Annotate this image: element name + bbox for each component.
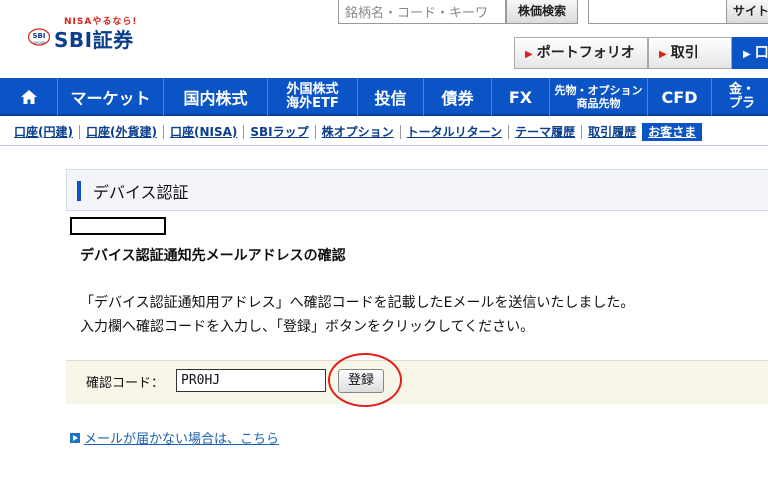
subnav-account-yen[interactable]: 口座(円建) <box>14 124 80 139</box>
site-search-input[interactable] <box>588 0 728 24</box>
verification-form: 確認コード： 登録 <box>66 353 768 407</box>
verification-code-input[interactable] <box>176 369 326 392</box>
stock-search-input[interactable]: 銘柄名・コード・キーワ <box>338 0 506 24</box>
subnav-stock-options[interactable]: 株オプション <box>316 124 401 139</box>
svg-text:SBI: SBI <box>33 32 46 40</box>
site-search-button[interactable]: サイト <box>726 0 768 24</box>
email-not-received-link[interactable]: メールが届かない場合は、こちら <box>84 428 279 447</box>
trade-button[interactable]: ▶ 取引 <box>648 37 732 69</box>
triangle-right-icon: ▶ <box>659 49 667 60</box>
instruction-line-2: 入力欄へ確認コードを入力し、「登録」ボタンをクリックしてください。 <box>80 319 535 335</box>
nav-foreign-stocks-line2: 海外ETF <box>286 96 339 111</box>
subnav-account-nisa[interactable]: 口座(NISA) <box>164 124 245 139</box>
account-label: 口 <box>754 45 768 61</box>
sbi-logo[interactable]: NISAやるなら! SBI GROUP SBI証券 <box>28 14 158 54</box>
subnav-account-foreign[interactable]: 口座(外貨建) <box>80 124 164 139</box>
title-accent-bar <box>77 181 81 201</box>
subnav-total-return[interactable]: トータルリターン <box>401 124 510 139</box>
nav-fx[interactable]: FX <box>492 78 550 116</box>
instruction-line-1: 「デバイス認証通知用アドレス」へ確認コードを記載したEメールを送信いたしました。 <box>80 295 635 311</box>
help-link-row: メールが届かない場合は、こちら <box>70 428 279 447</box>
site-header: NISAやるなら! SBI GROUP SBI証券 銘柄名・コード・キーワ 株価… <box>0 0 768 78</box>
register-button[interactable]: 登録 <box>338 369 384 393</box>
nav-gold-line1: 金・ <box>728 82 755 97</box>
nav-investment-trusts[interactable]: 投信 <box>358 78 424 116</box>
account-button[interactable]: ▶ 口 <box>732 37 768 69</box>
nav-gold-line2: プラ <box>728 96 755 111</box>
subnav-trade-history[interactable]: 取引履歴 <box>582 125 642 139</box>
triangle-right-icon: ▶ <box>525 49 533 60</box>
nav-cfd[interactable]: CFD <box>648 78 712 116</box>
nav-market[interactable]: マーケット <box>58 78 164 116</box>
home-icon <box>20 90 37 104</box>
nav-gold-platinum[interactable]: 金・ プラ <box>712 78 768 116</box>
portfolio-label: ポートフォリオ <box>536 45 635 61</box>
sbi-group-mark-icon: SBI GROUP <box>28 28 50 46</box>
logo-name: SBI証券 <box>54 28 134 52</box>
nav-foreign-stocks[interactable]: 外国株式 海外ETF <box>268 78 358 116</box>
page-title: デバイス認証 <box>93 183 189 202</box>
nav-domestic-stocks[interactable]: 国内株式 <box>164 78 268 116</box>
nav-home[interactable] <box>0 78 58 116</box>
nav-futures-options[interactable]: 先物・オプション 商品先物 <box>550 78 648 116</box>
stock-search-button[interactable]: 株価検索 <box>506 0 578 24</box>
subnav-sbi-wrap[interactable]: SBIラップ <box>244 124 316 139</box>
redacted-box <box>70 217 166 235</box>
trade-label: 取引 <box>670 45 699 61</box>
nav-bonds[interactable]: 債券 <box>424 78 492 116</box>
nav-foreign-stocks-line1: 外国株式 <box>286 82 339 97</box>
portfolio-button[interactable]: ▶ ポートフォリオ <box>514 37 648 69</box>
arrow-right-icon <box>70 432 80 443</box>
nav-futures-line1: 先物・オプション <box>554 84 643 97</box>
triangle-right-icon: ▶ <box>743 49 751 60</box>
svg-text:GROUP: GROUP <box>33 41 46 45</box>
subnav-customer[interactable]: お客さま <box>642 122 703 141</box>
code-label: 確認コード： <box>86 376 165 391</box>
subnav-theme-history[interactable]: テーマ履歴 <box>509 124 583 139</box>
account-sub-nav: 口座(円建) 口座(外貨建) 口座(NISA) SBIラップ 株オプション トー… <box>0 118 768 146</box>
section-heading: デバイス認証通知先メールアドレスの確認 <box>80 248 346 264</box>
main-nav: マーケット 国内株式 外国株式 海外ETF 投信 債券 FX 先物・オプション … <box>0 78 768 116</box>
page-title-box: デバイス認証 <box>66 169 768 211</box>
nav-futures-line2: 商品先物 <box>576 97 621 110</box>
